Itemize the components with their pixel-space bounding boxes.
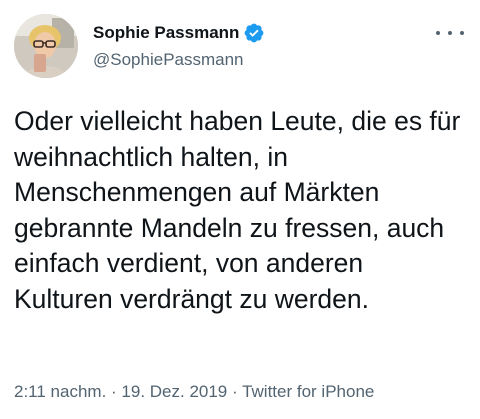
more-dot <box>460 31 464 35</box>
meta-separator: · <box>227 382 243 401</box>
avatar-image <box>14 14 78 78</box>
more-dot <box>448 31 452 35</box>
author-name-row[interactable]: Sophie Passmann <box>93 21 265 45</box>
avatar[interactable] <box>14 14 78 78</box>
author-display-name[interactable]: Sophie Passmann <box>93 22 239 44</box>
author-handle[interactable]: @SophiePassmann <box>93 49 244 71</box>
more-options-icon[interactable] <box>436 24 464 42</box>
tweet-card: Sophie Passmann @SophiePassmann Oder vie… <box>0 0 480 419</box>
tweet-source[interactable]: Twitter for iPhone <box>242 382 374 401</box>
tweet-timestamp-date[interactable]: 19. Dez. 2019 <box>121 382 227 401</box>
tweet-metadata: 2:11 nachm. · 19. Dez. 2019 · Twitter fo… <box>14 381 374 403</box>
more-dot <box>436 31 440 35</box>
tweet-timestamp-time[interactable]: 2:11 nachm. <box>14 382 106 401</box>
verified-badge-icon <box>243 22 265 44</box>
meta-separator: · <box>106 382 122 401</box>
tweet-text: Oder vielleicht haben Leute, die es für … <box>14 106 461 314</box>
